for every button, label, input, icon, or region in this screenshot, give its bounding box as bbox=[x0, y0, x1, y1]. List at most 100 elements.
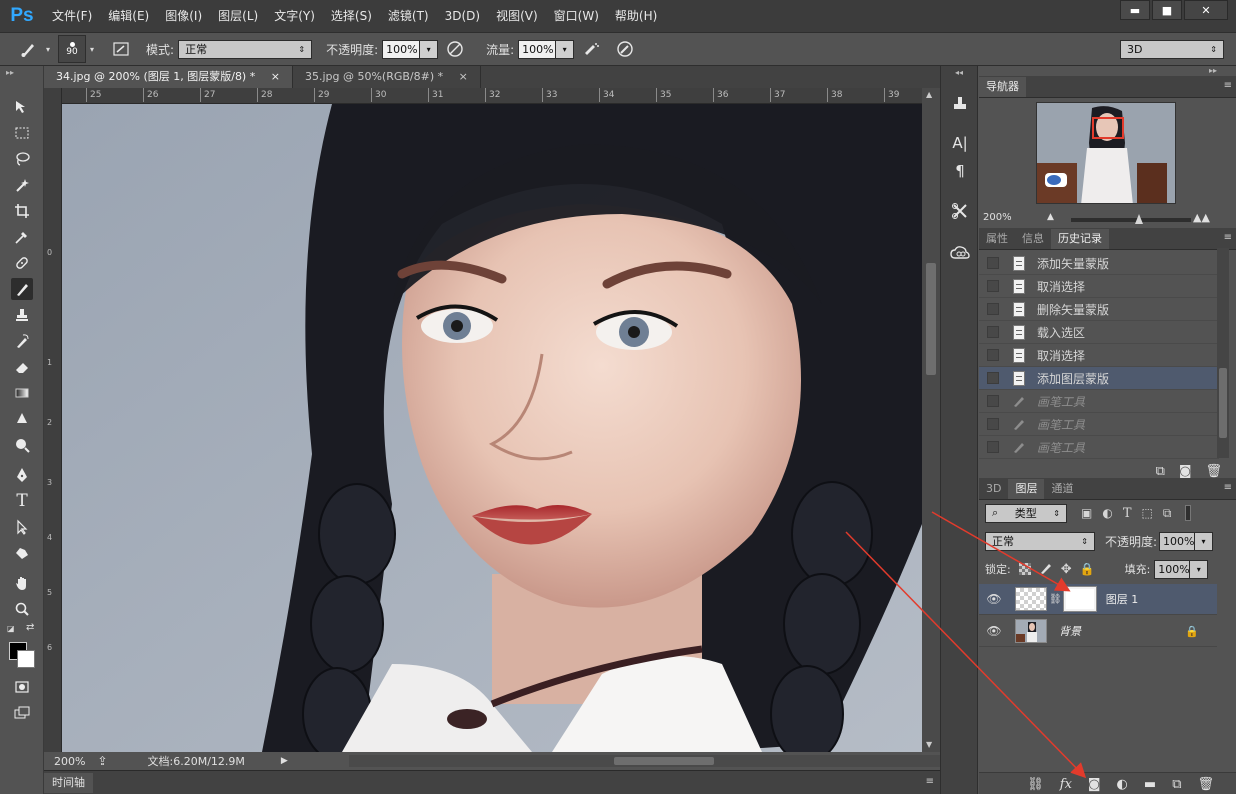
quick-mask-icon[interactable] bbox=[11, 676, 33, 698]
marquee-tool-icon[interactable] bbox=[11, 122, 33, 144]
scroll-up-icon[interactable]: ▲ bbox=[926, 90, 932, 99]
history-scrollbar[interactable] bbox=[1217, 248, 1229, 458]
crop-tool-icon[interactable] bbox=[11, 200, 33, 222]
vertical-scrollbar[interactable]: ▲ ▼ bbox=[922, 88, 940, 752]
blend-mode-select[interactable]: 正常 ⇕ bbox=[985, 531, 1095, 551]
character-panel-icon[interactable]: A| bbox=[949, 132, 971, 154]
eyedropper-tool-icon[interactable] bbox=[11, 226, 33, 248]
maximize-button[interactable]: ■ bbox=[1152, 0, 1182, 20]
tab-34-jpg[interactable]: 34.jpg @ 200% (图层 1, 图层蒙版/8) * × bbox=[44, 66, 293, 88]
lock-pixels-icon[interactable] bbox=[1039, 561, 1053, 578]
new-layer-icon[interactable]: ⧉ bbox=[1172, 777, 1181, 792]
tab-channels[interactable]: 通道 bbox=[1044, 479, 1080, 499]
workspace-select[interactable]: 3D ⇕ bbox=[1120, 39, 1224, 59]
layer-opacity-dropdown-icon[interactable]: ▾ bbox=[1195, 531, 1214, 551]
history-source-checkbox[interactable] bbox=[987, 372, 999, 384]
layer-thumbnail[interactable] bbox=[1015, 587, 1047, 611]
layer-row-layer-1[interactable]: 👁 ⛓ 图层 1 bbox=[979, 584, 1217, 615]
panel-menu-icon[interactable]: ≡ bbox=[926, 776, 934, 787]
opacity-input[interactable]: 100% bbox=[382, 39, 421, 59]
brush-preset-icon[interactable] bbox=[949, 200, 971, 222]
new-adjustment-layer-icon[interactable]: ◐ bbox=[1117, 777, 1128, 792]
layer-name[interactable]: 图层 1 bbox=[1106, 591, 1139, 607]
pressure-size-icon[interactable] bbox=[614, 38, 636, 60]
navigator-thumbnail[interactable] bbox=[1036, 102, 1176, 204]
tool-presets-icon[interactable] bbox=[949, 92, 971, 114]
filter-smart-object-icon[interactable]: ⧉ bbox=[1163, 506, 1172, 521]
add-layer-mask-icon[interactable]: ◙ bbox=[1088, 777, 1101, 792]
history-source-checkbox[interactable] bbox=[987, 349, 999, 361]
healing-brush-tool-icon[interactable] bbox=[11, 252, 33, 274]
gradient-tool-icon[interactable] bbox=[11, 382, 33, 404]
history-source-checkbox[interactable] bbox=[987, 303, 999, 315]
tab-layers[interactable]: 图层 bbox=[1008, 479, 1045, 499]
layer-name[interactable]: 背景 bbox=[1059, 623, 1081, 639]
clone-stamp-tool-icon[interactable] bbox=[11, 304, 33, 326]
close-tab-icon[interactable]: × bbox=[459, 70, 468, 83]
tab-3d[interactable]: 3D bbox=[979, 479, 1008, 499]
lasso-tool-icon[interactable] bbox=[11, 148, 33, 170]
scroll-thumb[interactable] bbox=[1219, 368, 1227, 438]
history-source-checkbox[interactable] bbox=[987, 441, 999, 453]
layer-thumbnail[interactable] bbox=[1015, 619, 1047, 643]
history-state-row[interactable]: 画笔工具 bbox=[979, 390, 1219, 413]
history-source-checkbox[interactable] bbox=[987, 418, 999, 430]
layer-mask-thumbnail[interactable] bbox=[1062, 586, 1097, 612]
close-tab-icon[interactable]: × bbox=[271, 70, 280, 83]
tab-timeline[interactable]: 时间轴 bbox=[44, 773, 93, 793]
scroll-thumb[interactable] bbox=[614, 757, 714, 765]
fill-input[interactable]: 100% bbox=[1154, 559, 1191, 579]
flow-input[interactable]: 100% bbox=[518, 39, 557, 59]
mode-select[interactable]: 正常 ⇕ bbox=[178, 39, 313, 59]
new-document-from-state-icon[interactable]: ⧉ bbox=[1156, 464, 1165, 479]
filter-shape-icon[interactable]: ⬚ bbox=[1142, 506, 1153, 520]
tab-35-jpg[interactable]: 35.jpg @ 50%(RGB/8#) * × bbox=[293, 66, 481, 88]
airbrush-icon[interactable] bbox=[580, 38, 602, 60]
menu-help[interactable]: 帮助(H) bbox=[607, 0, 665, 32]
shape-tool-icon[interactable] bbox=[11, 542, 33, 564]
menu-edit[interactable]: 编辑(E) bbox=[100, 0, 157, 32]
history-source-checkbox[interactable] bbox=[987, 280, 999, 292]
tab-info[interactable]: 信息 bbox=[1015, 229, 1051, 249]
brush-tool-icon[interactable] bbox=[11, 278, 33, 300]
type-tool-icon[interactable]: T bbox=[11, 490, 33, 512]
panel-menu-icon[interactable]: ≡ bbox=[1224, 482, 1232, 493]
flow-dropdown-icon[interactable]: ▾ bbox=[556, 39, 575, 59]
layer-filter-select[interactable]: ⌕ 类型 ⇕ bbox=[985, 503, 1067, 523]
history-source-checkbox[interactable] bbox=[987, 257, 999, 269]
history-state-row[interactable]: 添加图层蒙版 bbox=[979, 367, 1219, 390]
fill-dropdown-icon[interactable]: ▾ bbox=[1190, 559, 1209, 579]
panel-menu-icon[interactable]: ≡ bbox=[1224, 80, 1232, 91]
hand-tool-icon[interactable] bbox=[11, 572, 33, 594]
menu-select[interactable]: 选择(S) bbox=[323, 0, 380, 32]
zoom-slider-knob[interactable] bbox=[1135, 214, 1143, 224]
panel-menu-icon[interactable]: ≡ bbox=[1224, 232, 1232, 243]
menu-window[interactable]: 窗口(W) bbox=[546, 0, 607, 32]
filter-adjustment-icon[interactable]: ◐ bbox=[1102, 506, 1112, 520]
menu-layer[interactable]: 图层(L) bbox=[210, 0, 266, 32]
dodge-tool-icon[interactable] bbox=[11, 434, 33, 456]
layer-row-background[interactable]: 👁 背景 🔒 bbox=[979, 616, 1217, 647]
delete-layer-icon[interactable]: 🗑 bbox=[1197, 777, 1214, 792]
expand-dock-icon[interactable]: ◂◂ bbox=[955, 68, 963, 77]
new-group-icon[interactable]: ▬ bbox=[1144, 777, 1156, 792]
preset-dropdown-icon[interactable]: ▾ bbox=[46, 45, 50, 54]
lock-position-icon[interactable]: ✥ bbox=[1061, 562, 1072, 577]
minimize-button[interactable]: ▬ bbox=[1120, 0, 1150, 20]
close-button[interactable]: ✕ bbox=[1184, 0, 1228, 20]
status-menu-icon[interactable]: ▶ bbox=[281, 756, 288, 766]
share-icon[interactable]: ⇪ bbox=[97, 754, 107, 768]
history-state-row[interactable]: 添加矢量蒙版 bbox=[979, 252, 1219, 275]
brush-size-picker[interactable]: 90 bbox=[58, 35, 87, 63]
eraser-tool-icon[interactable] bbox=[11, 356, 33, 378]
history-state-row[interactable]: 画笔工具 bbox=[979, 436, 1219, 459]
history-state-row[interactable]: 载入选区 bbox=[979, 321, 1219, 344]
menu-view[interactable]: 视图(V) bbox=[488, 0, 546, 32]
new-snapshot-icon[interactable]: ◙ bbox=[1179, 464, 1192, 479]
swap-colors-icon[interactable]: ⇄ bbox=[26, 622, 34, 633]
horizontal-scrollbar[interactable] bbox=[349, 755, 959, 767]
document-canvas[interactable] bbox=[62, 104, 922, 752]
menu-filter[interactable]: 滤镜(T) bbox=[380, 0, 437, 32]
filter-pixel-icon[interactable]: ▣ bbox=[1081, 506, 1092, 520]
scroll-down-icon[interactable]: ▼ bbox=[926, 740, 932, 749]
